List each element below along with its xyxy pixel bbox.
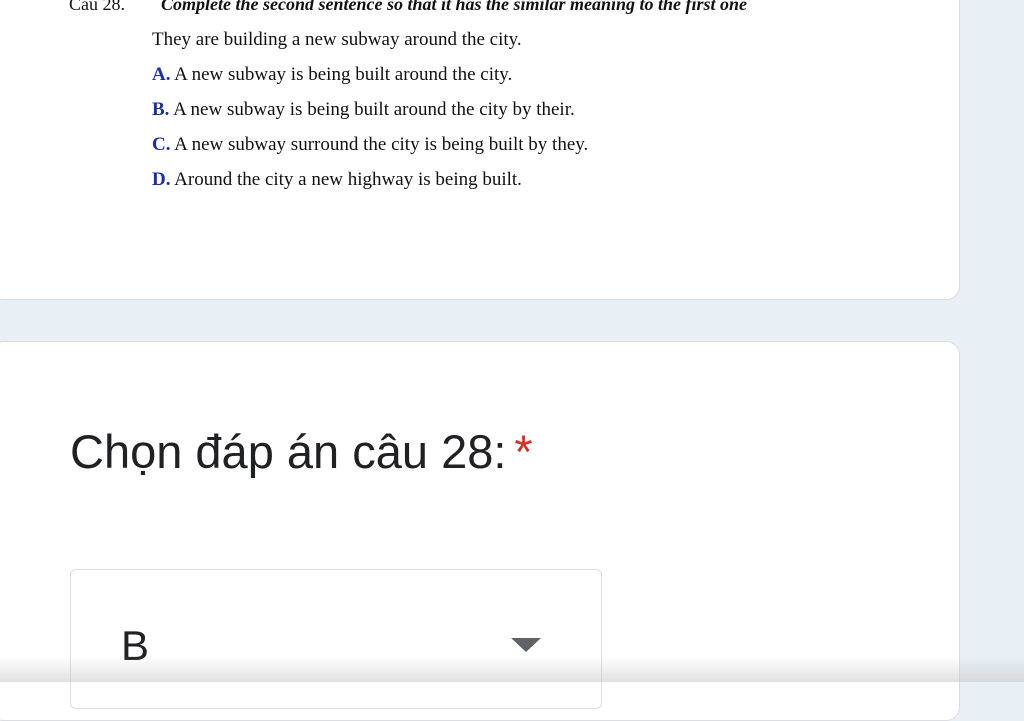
question-image: Câu 28. Complete the second sentence so t… bbox=[0, 0, 959, 299]
answer-dropdown[interactable]: B bbox=[70, 569, 602, 709]
required-asterisk: * bbox=[514, 425, 533, 478]
answer-title-text: Chọn đáp án câu 28: bbox=[70, 425, 507, 478]
option-text: A new subway is being built around the c… bbox=[169, 99, 575, 120]
option-text: A new subway surround the city is being … bbox=[170, 134, 589, 155]
option-letter: D. bbox=[152, 169, 171, 190]
option-letter: B. bbox=[152, 99, 170, 120]
option-letter: C. bbox=[152, 134, 171, 155]
dropdown-arrow-icon bbox=[511, 638, 541, 652]
option-letter: A. bbox=[152, 64, 171, 85]
option-a: A. A new subway is being built around th… bbox=[152, 64, 588, 99]
question-instruction: Complete the second sentence so that it … bbox=[161, 0, 748, 14]
bottom-shadow bbox=[0, 656, 1024, 682]
question-card: Câu 28. Complete the second sentence so t… bbox=[0, 0, 960, 300]
option-text: Around the city a new highway is being b… bbox=[170, 169, 522, 190]
option-b: B. A new subway is being built around th… bbox=[152, 99, 588, 134]
option-c: C. A new subway surround the city is bei… bbox=[152, 134, 588, 169]
answer-question-title: Chọn đáp án câu 28: * bbox=[70, 424, 533, 479]
option-list: A. A new subway is being built around th… bbox=[152, 64, 588, 204]
option-d: D. Around the city a new highway is bein… bbox=[152, 169, 588, 204]
question-number: Câu 28. bbox=[69, 0, 125, 14]
question-header: Câu 28. Complete the second sentence so t… bbox=[69, 0, 747, 15]
question-stem: They are building a new subway around th… bbox=[152, 29, 522, 50]
option-text: A new subway is being built around the c… bbox=[170, 64, 513, 85]
